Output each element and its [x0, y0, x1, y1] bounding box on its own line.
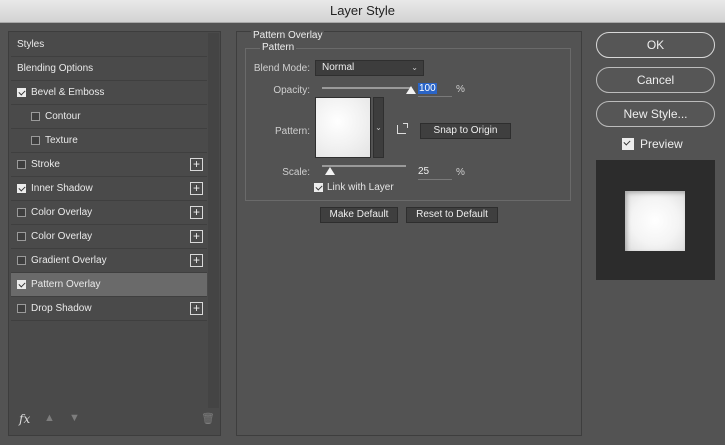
- move-up-icon[interactable]: ▲: [44, 412, 55, 424]
- blend-mode-select[interactable]: Normal ⌄: [315, 60, 424, 76]
- reset-to-default-button[interactable]: Reset to Default: [406, 207, 498, 223]
- link-with-layer-label: Link with Layer: [327, 182, 394, 193]
- opacity-slider-thumb[interactable]: [406, 86, 416, 94]
- link-with-layer-checkbox[interactable]: [314, 183, 323, 192]
- style-item-label: Styles: [17, 39, 45, 50]
- style-item-label: Gradient Overlay: [31, 255, 107, 266]
- style-item-gradient-overlay[interactable]: Gradient Overlay +: [11, 249, 207, 273]
- style-item-blending-options[interactable]: Blending Options: [11, 57, 207, 81]
- add-effect-icon[interactable]: +: [190, 302, 203, 315]
- scale-slider-thumb[interactable]: [325, 167, 335, 175]
- move-down-icon[interactable]: ▼: [69, 412, 80, 424]
- style-item-styles[interactable]: Styles: [11, 33, 207, 57]
- style-item-label: Pattern Overlay: [31, 279, 101, 290]
- style-item-label: Inner Shadow: [31, 183, 93, 194]
- cancel-button[interactable]: Cancel: [596, 67, 715, 93]
- scale-value: 25: [418, 166, 430, 177]
- opacity-unit: %: [456, 84, 465, 95]
- window-title: Layer Style: [0, 0, 725, 23]
- preview-label: Preview: [640, 137, 683, 151]
- ok-button[interactable]: OK: [596, 32, 715, 58]
- style-item-stroke[interactable]: Stroke +: [11, 153, 207, 177]
- style-checkbox[interactable]: [17, 232, 26, 241]
- style-checkbox[interactable]: [17, 208, 26, 217]
- blend-mode-label: Blend Mode:: [253, 63, 310, 74]
- opacity-value: 100: [418, 83, 437, 94]
- pattern-picker-button[interactable]: ⌄: [373, 97, 384, 158]
- add-effect-icon[interactable]: +: [190, 158, 203, 171]
- add-effect-icon[interactable]: +: [190, 254, 203, 267]
- opacity-label: Opacity:: [273, 85, 310, 96]
- pattern-swatch[interactable]: [315, 97, 371, 158]
- chevron-down-icon: ⌄: [411, 63, 418, 72]
- new-style-button[interactable]: New Style...: [596, 101, 715, 127]
- style-item-bevel-emboss[interactable]: Bevel & Emboss: [11, 81, 207, 105]
- style-checkbox[interactable]: [17, 256, 26, 265]
- style-item-label: Stroke: [31, 159, 60, 170]
- trash-icon[interactable]: 🗑: [201, 412, 215, 425]
- make-default-button[interactable]: Make Default: [320, 207, 398, 223]
- styles-list: Styles Blending Options Bevel & Emboss Cont…: [11, 33, 207, 321]
- preview-swatch: [625, 191, 685, 251]
- add-effect-icon[interactable]: +: [190, 230, 203, 243]
- style-item-drop-shadow[interactable]: Drop Shadow +: [11, 297, 207, 321]
- scale-input[interactable]: 25: [418, 166, 452, 180]
- style-item-pattern-overlay[interactable]: Pattern Overlay: [11, 273, 207, 297]
- section-title: Pattern Overlay: [251, 30, 325, 41]
- style-item-label: Color Overlay: [31, 207, 93, 218]
- opacity-input[interactable]: 100: [418, 83, 452, 97]
- styles-footer: fx ▲ ▼ 🗑: [11, 408, 217, 432]
- style-item-label: Texture: [45, 135, 78, 146]
- blend-mode-value: Normal: [322, 62, 355, 73]
- style-item-label: Bevel & Emboss: [31, 87, 105, 98]
- style-checkbox[interactable]: [17, 184, 26, 193]
- style-checkbox[interactable]: [31, 136, 40, 145]
- style-item-color-overlay[interactable]: Color Overlay +: [11, 225, 207, 249]
- opacity-slider-track[interactable]: [322, 87, 411, 89]
- style-item-label: Blending Options: [17, 63, 94, 74]
- style-item-inner-shadow[interactable]: Inner Shadow +: [11, 177, 207, 201]
- scale-unit: %: [456, 167, 465, 178]
- chevron-down-icon: ⌄: [375, 123, 382, 132]
- style-checkbox[interactable]: [31, 112, 40, 121]
- style-item-texture[interactable]: Texture: [11, 129, 207, 153]
- pattern-label: Pattern:: [274, 126, 310, 137]
- style-checkbox[interactable]: [17, 88, 26, 97]
- preview-checkbox[interactable]: [622, 138, 634, 150]
- style-item-label: Drop Shadow: [31, 303, 92, 314]
- group-title: Pattern: [260, 42, 297, 53]
- style-checkbox[interactable]: [17, 160, 26, 169]
- fx-menu-button[interactable]: fx: [19, 412, 30, 426]
- snap-to-origin-button[interactable]: Snap to Origin: [420, 123, 511, 139]
- add-effect-icon[interactable]: +: [190, 182, 203, 195]
- styles-scrollbar[interactable]: [208, 33, 219, 408]
- style-item-contour[interactable]: Contour: [11, 105, 207, 129]
- new-preset-icon[interactable]: [397, 123, 408, 134]
- style-checkbox[interactable]: [17, 280, 26, 289]
- style-item-label: Contour: [45, 111, 81, 122]
- style-checkbox[interactable]: [17, 304, 26, 313]
- scale-label: Scale:: [282, 167, 310, 178]
- style-item-color-overlay[interactable]: Color Overlay +: [11, 201, 207, 225]
- style-item-label: Color Overlay: [31, 231, 93, 242]
- add-effect-icon[interactable]: +: [190, 206, 203, 219]
- style-preview: [596, 160, 715, 280]
- styles-panel: Styles Blending Options Bevel & Emboss Cont…: [8, 31, 221, 436]
